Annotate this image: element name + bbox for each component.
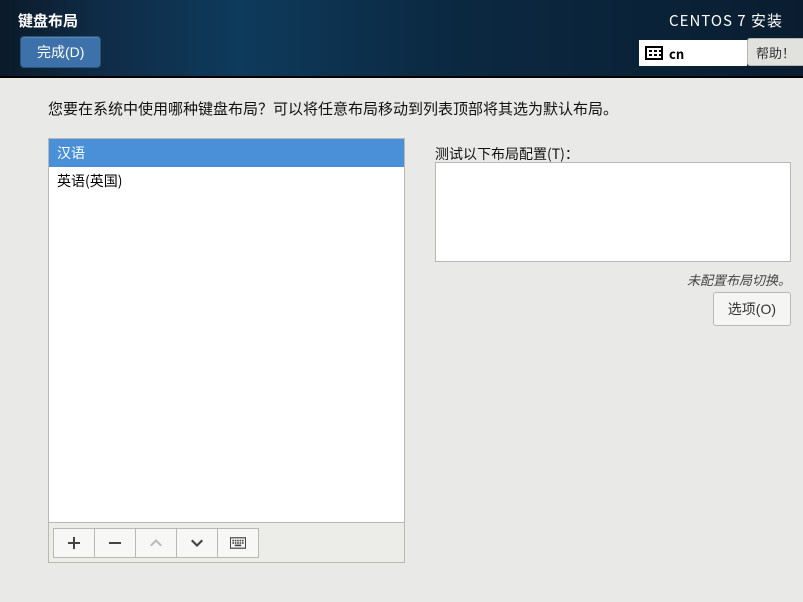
page-title: 键盘布局: [18, 10, 78, 31]
layout-toolbar: [48, 523, 405, 563]
chevron-down-icon: [189, 535, 205, 551]
chevron-up-icon: [148, 535, 164, 551]
help-button[interactable]: 帮助！: [747, 38, 803, 66]
minus-icon: [107, 535, 123, 551]
header-bar: 键盘布局 完成(D) CENTOS 7 安装 cn 帮助！: [0, 0, 803, 78]
preview-layout-button[interactable]: [217, 528, 259, 558]
current-layout-code: cn: [669, 44, 684, 63]
keyboard-icon: [645, 46, 663, 60]
content-area: 您要在系统中使用哪种键盘布局？可以将任意布局移动到列表顶部将其选为默认布局。 汉…: [0, 78, 803, 602]
list-item[interactable]: 汉语: [49, 139, 404, 167]
keyboard-layouts-list[interactable]: 汉语 英语(英国): [48, 138, 405, 523]
installer-title: CENTOS 7 安装: [669, 10, 783, 31]
done-button[interactable]: 完成(D): [20, 36, 101, 68]
layout-switch-note: 未配置布局切换。: [435, 270, 791, 289]
add-layout-button[interactable]: [53, 528, 95, 558]
keyboard-layout-indicator[interactable]: cn: [639, 40, 747, 66]
move-down-button[interactable]: [176, 528, 218, 558]
test-layout-label: 测试以下布局配置(T)：: [435, 144, 579, 164]
move-up-button[interactable]: [135, 528, 177, 558]
test-layout-input[interactable]: [435, 162, 791, 262]
list-item[interactable]: 英语(英国): [49, 167, 404, 195]
plus-icon: [66, 535, 82, 551]
keyboard-icon: [230, 535, 246, 551]
options-button[interactable]: 选项(O): [713, 292, 791, 326]
remove-layout-button[interactable]: [94, 528, 136, 558]
prompt-text: 您要在系统中使用哪种键盘布局？可以将任意布局移动到列表顶部将其选为默认布局。: [48, 98, 618, 119]
